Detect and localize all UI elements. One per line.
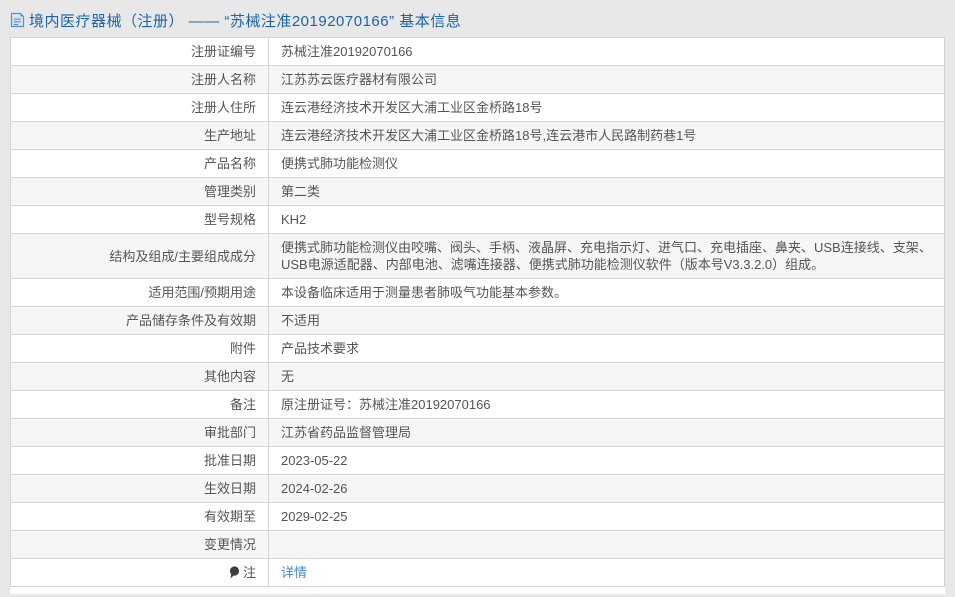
table-row: 注册人住所 连云港经济技术开发区大浦工业区金桥路18号 — [10, 93, 945, 122]
row-value: 不适用 — [268, 306, 945, 335]
row-value: 产品技术要求 — [268, 334, 945, 363]
table-row: 适用范围/预期用途 本设备临床适用于测量患者肺吸气功能基本参数。 — [10, 278, 945, 307]
table-row: 产品名称 便携式肺功能检测仪 — [10, 149, 945, 178]
table-row: 生效日期 2024-02-26 — [10, 474, 945, 503]
row-value: 2029-02-25 — [268, 502, 945, 531]
row-label: 附件 — [10, 334, 269, 363]
row-value: 无 — [268, 362, 945, 391]
row-value: KH2 — [268, 205, 945, 234]
row-value — [268, 530, 945, 559]
details-link[interactable]: 详情 — [281, 565, 307, 580]
row-label: 注 — [10, 558, 269, 587]
row-value: 本设备临床适用于测量患者肺吸气功能基本参数。 — [268, 278, 945, 307]
table-row: 变更情况 — [10, 530, 945, 559]
page-header: 境内医疗器械（注册） —— “苏械注准20192070166” 基本信息 — [0, 0, 955, 37]
row-label: 结构及组成/主要组成成分 — [10, 233, 269, 279]
row-label: 其他内容 — [10, 362, 269, 391]
document-icon — [10, 12, 25, 28]
row-label: 注册证编号 — [10, 37, 269, 66]
table-row: 注册人名称 江苏苏云医疗器材有限公司 — [10, 65, 945, 94]
row-value: 2023-05-22 — [268, 446, 945, 475]
table-row: 注 详情 — [10, 558, 945, 587]
info-panel: 注册证编号 苏械注准20192070166 注册人名称 江苏苏云医疗器材有限公司… — [10, 37, 945, 594]
row-label: 生产地址 — [10, 121, 269, 150]
table-row: 其他内容 无 — [10, 362, 945, 391]
row-label: 注册人住所 — [10, 93, 269, 122]
table-row: 结构及组成/主要组成成分 便携式肺功能检测仪由咬嘴、阀头、手柄、液晶屏、充电指示… — [10, 233, 945, 279]
table-row: 注册证编号 苏械注准20192070166 — [10, 37, 945, 66]
row-value: 江苏省药品监督管理局 — [268, 418, 945, 447]
table-row: 管理类别 第二类 — [10, 177, 945, 206]
note-balloon-icon — [229, 566, 240, 579]
row-label: 变更情况 — [10, 530, 269, 559]
row-value: 第二类 — [268, 177, 945, 206]
row-label: 批准日期 — [10, 446, 269, 475]
row-value: 江苏苏云医疗器材有限公司 — [268, 65, 945, 94]
table-row: 审批部门 江苏省药品监督管理局 — [10, 418, 945, 447]
row-value: 苏械注准20192070166 — [268, 37, 945, 66]
row-value: 原注册证号：苏械注准20192070166 — [268, 390, 945, 419]
table-row: 批准日期 2023-05-22 — [10, 446, 945, 475]
row-label: 有效期至 — [10, 502, 269, 531]
table-row: 型号规格 KH2 — [10, 205, 945, 234]
row-label: 审批部门 — [10, 418, 269, 447]
table-row: 产品储存条件及有效期 不适用 — [10, 306, 945, 335]
table-row: 备注 原注册证号：苏械注准20192070166 — [10, 390, 945, 419]
row-label: 注册人名称 — [10, 65, 269, 94]
row-value: 便携式肺功能检测仪 — [268, 149, 945, 178]
row-label: 生效日期 — [10, 474, 269, 503]
row-value: 2024-02-26 — [268, 474, 945, 503]
page-title: 境内医疗器械（注册） —— “苏械注准20192070166” 基本信息 — [29, 12, 462, 30]
registration-info-table: 注册证编号 苏械注准20192070166 注册人名称 江苏苏云医疗器材有限公司… — [10, 37, 945, 587]
row-label: 备注 — [10, 390, 269, 419]
row-value: 便携式肺功能检测仪由咬嘴、阀头、手柄、液晶屏、充电指示灯、进气口、充电插座、鼻夹… — [268, 233, 945, 279]
table-row: 有效期至 2029-02-25 — [10, 502, 945, 531]
row-label: 产品名称 — [10, 149, 269, 178]
row-value: 详情 — [268, 558, 945, 587]
row-label: 型号规格 — [10, 205, 269, 234]
row-value: 连云港经济技术开发区大浦工业区金桥路18号,连云港市人民路制药巷1号 — [268, 121, 945, 150]
row-label: 适用范围/预期用途 — [10, 278, 269, 307]
table-row: 附件 产品技术要求 — [10, 334, 945, 363]
row-label: 产品储存条件及有效期 — [10, 306, 269, 335]
table-row: 生产地址 连云港经济技术开发区大浦工业区金桥路18号,连云港市人民路制药巷1号 — [10, 121, 945, 150]
row-value: 连云港经济技术开发区大浦工业区金桥路18号 — [268, 93, 945, 122]
row-label: 管理类别 — [10, 177, 269, 206]
